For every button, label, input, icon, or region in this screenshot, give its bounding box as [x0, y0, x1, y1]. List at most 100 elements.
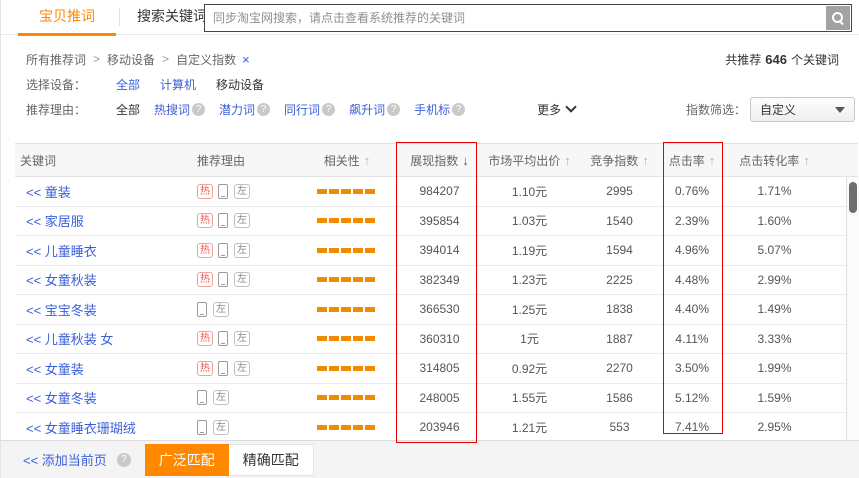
- device-filter-row: 选择设备： 全部计算机移动设备: [26, 75, 284, 93]
- relevance-dash: [353, 189, 363, 194]
- search-input[interactable]: [205, 5, 819, 31]
- market-avg-price-cell: 1.10元: [482, 183, 577, 200]
- relevance-dash: [317, 395, 327, 400]
- keyword-link[interactable]: << 儿童睡衣: [26, 241, 97, 260]
- relevance-dash: [329, 307, 339, 312]
- help-icon[interactable]: [322, 103, 335, 116]
- impression-index-cell: 360310: [397, 332, 482, 346]
- keyword-link[interactable]: << 女童秋装: [26, 270, 97, 289]
- keyword-cell: << 女童装: [15, 359, 197, 378]
- broad-match-button[interactable]: 广泛匹配: [145, 444, 229, 476]
- keyword-link[interactable]: << 家居服: [26, 211, 84, 230]
- index-filter-select[interactable]: 自定义: [750, 97, 855, 122]
- sort-up-icon[interactable]: ↑: [803, 153, 810, 168]
- help-icon[interactable]: [452, 103, 465, 116]
- table-row: << 女童冬装左2480051.55元15865.12%1.59%: [15, 384, 846, 414]
- impression-index-cell: 382349: [397, 273, 482, 287]
- competition-index-cell: 2270: [577, 361, 662, 375]
- hot-badge: 热: [197, 331, 213, 346]
- relevance-dash: [365, 425, 375, 430]
- column-header[interactable]: 展现指数↓: [397, 152, 482, 169]
- relevance-dash: [317, 277, 327, 282]
- search-button[interactable]: [826, 6, 850, 30]
- column-header[interactable]: 相关性↑: [297, 152, 397, 169]
- device-option[interactable]: 计算机: [160, 76, 196, 93]
- breadcrumb-item[interactable]: 自定义指数: [176, 51, 236, 68]
- top-tab-bar: 宝贝推词 搜索关键词: [1, 0, 859, 35]
- sort-up-icon[interactable]: ↑: [364, 153, 371, 168]
- badges-cell: 左: [197, 302, 297, 317]
- keyword-link[interactable]: << 女童装: [26, 359, 84, 378]
- badges-cell: 热左: [197, 213, 297, 228]
- ctr-cell: 0.76%: [662, 184, 722, 198]
- keyword-cell: << 宝宝冬装: [15, 300, 197, 319]
- chevron-down-icon: [565, 101, 576, 112]
- sort-up-icon[interactable]: ↑: [709, 153, 716, 168]
- device-option[interactable]: 全部: [116, 76, 140, 93]
- relevance-dash: [317, 336, 327, 341]
- reason-option[interactable]: 手机标: [414, 101, 450, 118]
- competition-index-cell: 1838: [577, 302, 662, 316]
- left-badge: 左: [234, 331, 250, 346]
- reason-option[interactable]: 潜力词: [219, 101, 255, 118]
- exact-match-button[interactable]: 精确匹配: [229, 444, 314, 476]
- relevance-dash: [353, 366, 363, 371]
- ctr-cell: 4.11%: [662, 332, 722, 346]
- sort-up-icon[interactable]: ↑: [642, 153, 649, 168]
- column-header[interactable]: 点击率↑: [662, 152, 722, 169]
- left-badge: 左: [234, 184, 250, 199]
- keyword-link[interactable]: << 儿童秋装 女: [26, 329, 113, 348]
- tab-product-keywords[interactable]: 宝贝推词: [18, 0, 116, 33]
- help-icon[interactable]: [257, 103, 270, 116]
- relevance-dash: [329, 218, 339, 223]
- reason-option[interactable]: 热搜词: [154, 101, 190, 118]
- relevance-bar: [297, 277, 397, 282]
- cvr-cell: 1.60%: [722, 214, 827, 228]
- reason-option[interactable]: 同行词: [284, 101, 320, 118]
- help-icon[interactable]: [387, 103, 400, 116]
- competition-index-cell: 2995: [577, 184, 662, 198]
- more-filters-link[interactable]: 更多: [537, 101, 575, 118]
- keyword-link[interactable]: << 女童冬装: [26, 388, 97, 407]
- reason-option[interactable]: 全部: [116, 101, 140, 118]
- competition-index-cell: 1594: [577, 243, 662, 257]
- relevance-dash: [329, 366, 339, 371]
- impression-index-cell: 366530: [397, 302, 482, 316]
- keyword-link[interactable]: << 宝宝冬装: [26, 300, 97, 319]
- mobile-phone-icon: [197, 390, 207, 405]
- keyword-cell: << 女童睡衣珊瑚绒: [15, 418, 197, 437]
- sort-down-icon[interactable]: ↓: [462, 153, 469, 168]
- help-icon[interactable]: [117, 453, 131, 467]
- scrollbar-thumb[interactable]: [849, 182, 857, 213]
- reason-option-group: 全部: [116, 101, 140, 118]
- column-header[interactable]: 点击转化率↑: [722, 152, 827, 169]
- table-row: << 童装热左9842071.10元29950.76%1.71%: [15, 177, 846, 207]
- cvr-cell: 5.07%: [722, 243, 827, 257]
- device-option[interactable]: 移动设备: [216, 76, 264, 93]
- ctr-cell: 3.50%: [662, 361, 722, 375]
- relevance-dash: [341, 248, 351, 253]
- relevance-dash: [317, 248, 327, 253]
- column-header[interactable]: 竞争指数↑: [577, 152, 662, 169]
- relevance-bar: [297, 366, 397, 371]
- remove-filter-icon[interactable]: ×: [242, 52, 250, 67]
- add-current-page-link[interactable]: << 添加当前页: [23, 450, 107, 469]
- scrollbar-track[interactable]: [846, 177, 859, 440]
- keyword-link[interactable]: << 女童睡衣珊瑚绒: [26, 418, 136, 437]
- impression-index-cell: 984207: [397, 184, 482, 198]
- hot-badge: 热: [197, 361, 213, 376]
- breadcrumb-item[interactable]: 移动设备: [107, 51, 155, 68]
- competition-index-cell: 1887: [577, 332, 662, 346]
- reason-option[interactable]: 飙升词: [349, 101, 385, 118]
- more-label: 更多: [537, 101, 561, 118]
- column-header[interactable]: 市场平均出价↑: [482, 152, 577, 169]
- relevance-dash: [341, 218, 351, 223]
- impression-index-cell: 203946: [397, 420, 482, 434]
- breadcrumb-item[interactable]: 所有推荐词: [26, 51, 86, 68]
- relevance-dash: [341, 277, 351, 282]
- table-row: << 女童装热左3148050.92元22703.50%1.99%: [15, 354, 846, 384]
- index-filter-value: 自定义: [760, 101, 796, 118]
- help-icon[interactable]: [192, 103, 205, 116]
- sort-up-icon[interactable]: ↑: [564, 153, 571, 168]
- keyword-link[interactable]: << 童装: [26, 182, 71, 201]
